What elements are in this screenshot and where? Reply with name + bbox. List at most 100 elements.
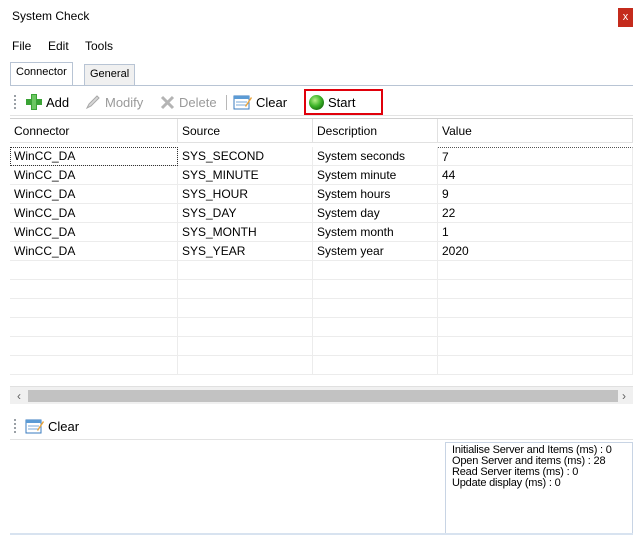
table-row[interactable]: WinCC_DA SYS_MINUTE System minute 44 [10, 166, 633, 185]
column-header-description[interactable]: Description [313, 119, 438, 143]
menu-tools[interactable]: Tools [85, 39, 113, 53]
tab-general-label: General [90, 68, 130, 80]
cell-source: SYS_MINUTE [178, 166, 313, 185]
connector-table: Connector Source Description Value WinCC… [10, 118, 633, 386]
start-button-label: Start [328, 94, 356, 110]
empty-row [10, 261, 633, 280]
empty-cell [178, 356, 313, 375]
cell-value: 1 [438, 223, 633, 242]
pencil-icon [85, 95, 100, 110]
cell-source: SYS_HOUR [178, 185, 313, 204]
empty-cell [438, 299, 633, 318]
empty-cell [438, 261, 633, 280]
menu-file[interactable]: File [12, 39, 31, 53]
cell-value: 44 [438, 166, 633, 185]
cell-connector: WinCC_DA [10, 223, 178, 242]
cell-description: System year [313, 242, 438, 261]
toolbar-separator [226, 95, 227, 110]
cell-description: System hours [313, 185, 438, 204]
close-button[interactable]: x [618, 8, 633, 27]
empty-cell [313, 337, 438, 356]
start-button[interactable]: Start [308, 92, 355, 112]
toolbar-grip[interactable] [14, 95, 16, 109]
main-toolbar: Add Modify Delete Clear Start [10, 88, 633, 116]
empty-row [10, 356, 633, 375]
clear-icon [25, 419, 44, 434]
empty-cell [178, 337, 313, 356]
empty-cell [178, 318, 313, 337]
empty-row [10, 299, 633, 318]
table-row[interactable]: WinCC_DA SYS_HOUR System hours 9 [10, 185, 633, 204]
cell-value: 7 [438, 147, 633, 166]
menu-edit[interactable]: Edit [48, 39, 69, 53]
log-output-area[interactable] [10, 442, 446, 535]
bottom-panel: Initialise Server and Items (ms) : 0 Ope… [10, 442, 633, 535]
green-circle-icon [309, 94, 324, 110]
column-header-value[interactable]: Value [438, 119, 633, 143]
cell-connector: WinCC_DA [10, 166, 178, 185]
horizontal-scrollbar[interactable]: ‹ › [10, 386, 633, 404]
scroll-left-arrow-icon[interactable]: ‹ [12, 389, 26, 403]
empty-cell [178, 299, 313, 318]
cell-connector: WinCC_DA [10, 185, 178, 204]
cell-description: System month [313, 223, 438, 242]
cell-source: SYS_YEAR [178, 242, 313, 261]
add-button[interactable]: Add [25, 92, 69, 112]
cell-connector: WinCC_DA [10, 242, 178, 261]
toolbar-grip[interactable] [14, 419, 16, 433]
empty-row [10, 337, 633, 356]
cell-description: System seconds [313, 147, 438, 166]
close-icon: x [622, 11, 629, 23]
empty-cell [313, 299, 438, 318]
table-row[interactable]: WinCC_DA SYS_YEAR System year 2020 [10, 242, 633, 261]
column-header-connector[interactable]: Connector [10, 119, 178, 143]
stat-update: Update display (ms) : 0 [452, 477, 561, 489]
empty-cell [313, 356, 438, 375]
tab-strip: Connector General [10, 62, 633, 86]
cell-connector: WinCC_DA [10, 147, 178, 166]
empty-cell [438, 318, 633, 337]
clear-button[interactable]: Clear [233, 92, 287, 112]
log-clear-button-label: Clear [48, 418, 80, 434]
empty-cell [10, 356, 178, 375]
empty-cell [10, 261, 178, 280]
scroll-right-arrow-icon[interactable]: › [617, 389, 631, 403]
modify-button[interactable]: Modify [84, 92, 143, 112]
cell-source: SYS_SECOND [178, 147, 313, 166]
cell-description: System day [313, 204, 438, 223]
table-row[interactable]: WinCC_DA SYS_SECOND System seconds 7 [10, 147, 633, 166]
cell-source: SYS_DAY [178, 204, 313, 223]
delete-x-icon [160, 95, 175, 110]
empty-cell [438, 280, 633, 299]
timing-stats-panel: Initialise Server and Items (ms) : 0 Ope… [446, 442, 633, 535]
empty-cell [313, 261, 438, 280]
column-header-source[interactable]: Source [178, 119, 313, 143]
tab-connector-label: Connector [16, 66, 67, 78]
cell-value: 9 [438, 185, 633, 204]
title-bar: System Check x [0, 0, 633, 32]
menu-bar: File Edit Tools [0, 36, 633, 58]
table-row[interactable]: WinCC_DA SYS_MONTH System month 1 [10, 223, 633, 242]
empty-cell [313, 318, 438, 337]
empty-cell [10, 280, 178, 299]
cell-value: 22 [438, 204, 633, 223]
cell-connector: WinCC_DA [10, 204, 178, 223]
empty-cell [438, 356, 633, 375]
scrollbar-thumb[interactable] [28, 390, 618, 402]
delete-button[interactable]: Delete [160, 92, 217, 112]
cell-value: 2020 [438, 242, 633, 261]
empty-cell [10, 318, 178, 337]
tab-connector[interactable]: Connector [10, 62, 73, 85]
empty-cell [10, 337, 178, 356]
cell-source: SYS_MONTH [178, 223, 313, 242]
log-clear-button[interactable]: Clear [25, 416, 79, 436]
empty-cell [10, 299, 178, 318]
clear-icon [233, 95, 252, 110]
tab-general[interactable]: General [84, 64, 136, 85]
empty-cell [178, 261, 313, 280]
add-icon [26, 94, 42, 110]
table-row[interactable]: WinCC_DA SYS_DAY System day 22 [10, 204, 633, 223]
empty-row [10, 280, 633, 299]
log-toolbar: Clear [10, 412, 633, 440]
delete-button-label: Delete [179, 94, 217, 110]
